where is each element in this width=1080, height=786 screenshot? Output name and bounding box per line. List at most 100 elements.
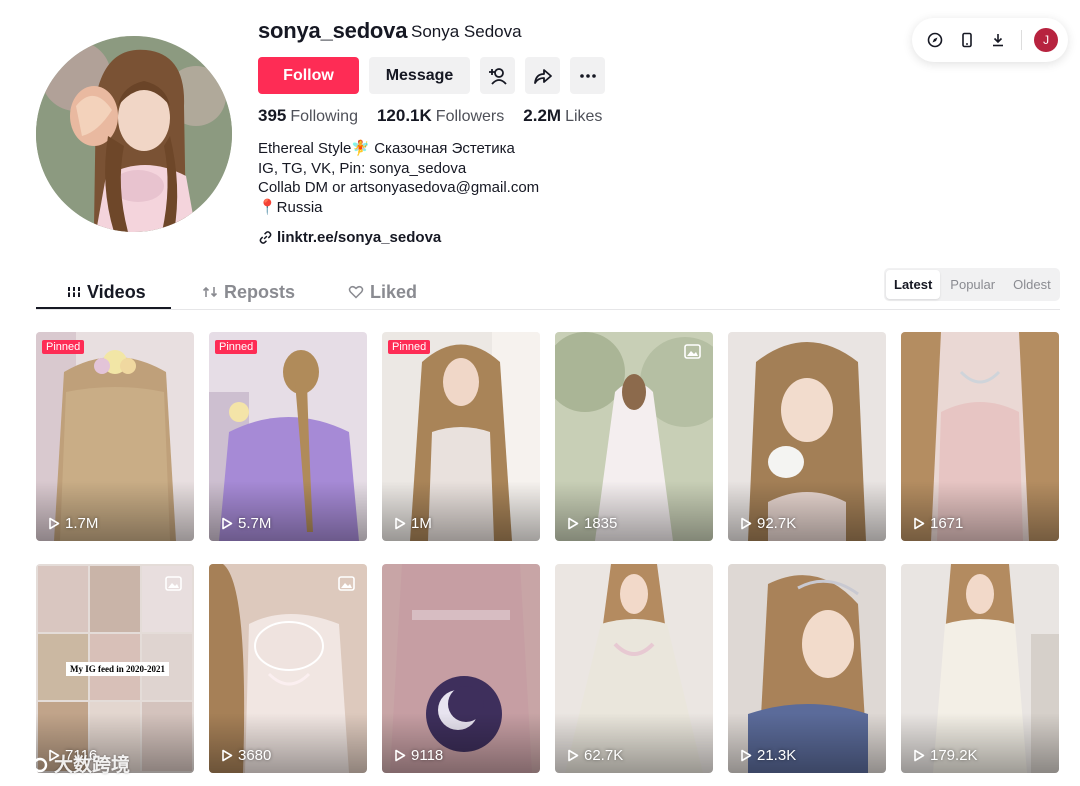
tab-liked-label: Liked — [370, 281, 418, 302]
thumbnail-gradient — [901, 481, 1059, 541]
avatar-portrait-image — [36, 36, 232, 232]
liked-heart-icon — [348, 285, 364, 299]
video-card[interactable]: Pinned 1.7M — [36, 332, 194, 541]
video-card[interactable]: 62.7K — [555, 564, 713, 773]
pinned-badge: Pinned — [388, 340, 431, 354]
add-friend-button[interactable] — [480, 57, 515, 94]
thumbnail-overlay-text: My IG feed in 2020-2021 — [66, 662, 169, 676]
following-label: Following — [290, 108, 358, 125]
current-user-avatar[interactable]: J — [1034, 28, 1058, 52]
profile-display-name: Sonya Sedova — [411, 22, 522, 41]
video-card[interactable]: 1671 — [901, 332, 1059, 541]
compass-icon — [927, 32, 943, 48]
view-count: 1835 — [567, 515, 617, 532]
thumbnail-gradient — [555, 481, 713, 541]
play-icon — [914, 517, 925, 530]
view-count: 21.3K — [740, 747, 796, 764]
thumbnail-gradient — [382, 713, 540, 773]
video-card[interactable]: Pinned 1M — [382, 332, 540, 541]
view-count-value: 1835 — [584, 515, 618, 532]
share-button[interactable] — [525, 57, 560, 94]
profile-link[interactable]: linktr.ee/sonya_sedova — [258, 229, 441, 246]
sort-latest[interactable]: Latest — [886, 270, 941, 299]
view-count: 1M — [394, 515, 432, 532]
message-button[interactable]: Message — [369, 57, 470, 94]
play-icon — [741, 517, 752, 530]
photo-carousel-icon — [684, 344, 701, 359]
view-count: 5.7M — [221, 515, 271, 532]
phone-icon — [961, 32, 972, 48]
play-icon — [914, 749, 925, 762]
thumbnail-gradient — [728, 481, 886, 541]
video-card[interactable]: 92.7K — [728, 332, 886, 541]
tab-videos-label: Videos — [87, 281, 146, 302]
mobile-app-button[interactable] — [954, 27, 980, 53]
play-icon — [222, 517, 233, 530]
view-count-value: 92.7K — [757, 515, 797, 532]
view-count-value: 21.3K — [757, 747, 797, 764]
watermark: 大数跨境 — [8, 750, 130, 777]
photo-carousel-icon — [338, 576, 355, 591]
profile-username: sonya_sedova — [258, 18, 408, 43]
pinned-badge: Pinned — [42, 340, 85, 354]
play-icon — [741, 749, 752, 762]
play-icon — [568, 749, 579, 762]
video-card[interactable]: 179.2K — [901, 564, 1059, 773]
sort-popular[interactable]: Popular — [942, 270, 1003, 299]
pinned-badge: Pinned — [215, 340, 258, 354]
video-grid: Pinned 1.7M Pinned 5.7M Pinned 1M 1835 9… — [36, 332, 1060, 773]
more-options-button[interactable] — [570, 57, 605, 94]
view-count: 62.7K — [567, 747, 623, 764]
video-card[interactable]: 3680 — [209, 564, 367, 773]
video-card[interactable]: My IG feed in 2020-2021 7116 — [36, 564, 194, 773]
followers-stat[interactable]: 120.1K Followers — [377, 106, 504, 126]
bio-line: Collab DM or artsonyasedova@gmail.com — [258, 179, 540, 197]
sort-control: Latest Popular Oldest — [884, 268, 1060, 301]
follow-button[interactable]: Follow — [258, 57, 359, 94]
play-icon — [395, 749, 406, 762]
active-tab-indicator — [36, 307, 171, 309]
repost-icon — [202, 286, 218, 298]
compass-button[interactable] — [922, 27, 948, 53]
view-count-value: 62.7K — [584, 747, 624, 764]
profile-avatar[interactable] — [36, 36, 232, 232]
thumbnail-gradient — [555, 713, 713, 773]
thumbnail-gradient — [209, 481, 367, 541]
view-count: 179.2K — [913, 747, 978, 764]
following-stat[interactable]: 395 Following — [258, 106, 358, 126]
following-count: 395 — [258, 106, 287, 125]
video-card[interactable]: 1835 — [555, 332, 713, 541]
download-button[interactable] — [986, 27, 1012, 53]
more-dots-icon — [579, 73, 596, 78]
tab-reposts[interactable]: Reposts — [202, 276, 295, 308]
view-count: 92.7K — [740, 515, 796, 532]
toolbar-divider — [1021, 30, 1023, 50]
thumbnail-gradient — [382, 481, 540, 541]
tab-videos[interactable]: Videos — [67, 276, 146, 308]
profile-link-text[interactable]: linktr.ee/sonya_sedova — [277, 229, 441, 246]
view-count-value: 9118 — [411, 747, 444, 764]
video-card[interactable]: 9118 — [382, 564, 540, 773]
view-count: 1671 — [913, 515, 963, 532]
play-icon — [222, 749, 233, 762]
bio-line: Ethereal Style🧚 Сказочная Эстетика — [258, 140, 515, 157]
link-chain-icon — [259, 231, 272, 244]
view-count: 1.7M — [48, 515, 98, 532]
sort-oldest[interactable]: Oldest — [1005, 270, 1059, 299]
likes-stat: 2.2M Likes — [523, 106, 602, 126]
view-count-value: 1.7M — [65, 515, 99, 532]
tab-liked[interactable]: Liked — [348, 276, 417, 308]
profile-actions: Follow Message — [258, 57, 605, 94]
profile-stats: 395 Following 120.1K Followers 2.2M Likes — [258, 106, 602, 126]
video-card[interactable]: Pinned 5.7M — [209, 332, 367, 541]
thumbnail-gradient — [36, 481, 194, 541]
view-count-value: 179.2K — [930, 747, 978, 764]
grid-icon — [68, 287, 80, 297]
play-icon — [49, 517, 60, 530]
followers-count: 120.1K — [376, 106, 432, 125]
photo-carousel-icon — [165, 576, 182, 591]
watermark-logo-icon — [10, 755, 48, 772]
likes-label: Likes — [565, 108, 603, 125]
video-card[interactable]: 21.3K — [728, 564, 886, 773]
top-right-toolbar: J — [912, 18, 1068, 62]
